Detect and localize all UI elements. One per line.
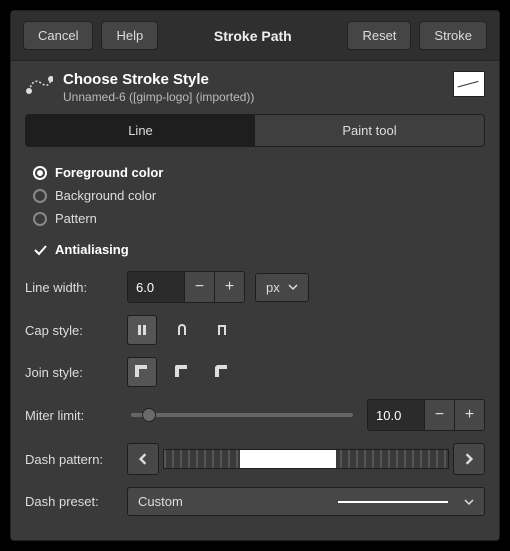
radio-dot-icon	[33, 212, 47, 226]
dash-pattern-editor[interactable]	[163, 449, 449, 469]
radio-dot-icon	[33, 166, 47, 180]
miter-limit-label: Miter limit:	[25, 408, 117, 423]
dash-preset-preview	[338, 501, 448, 503]
line-width-increment[interactable]: +	[214, 272, 244, 302]
tab-line[interactable]: Line	[26, 115, 255, 146]
tab-paint-tool[interactable]: Paint tool	[255, 115, 484, 146]
dash-pattern-label: Dash pattern:	[25, 452, 117, 467]
join-style-label: Join style:	[25, 365, 117, 380]
dash-preset-select[interactable]: Custom	[127, 487, 485, 516]
cap-round-button[interactable]	[167, 315, 197, 345]
dash-preset-value: Custom	[138, 494, 183, 509]
stroke-source-group: Foreground color Background color Patter…	[25, 157, 485, 234]
radio-label: Pattern	[55, 211, 97, 226]
cap-square-button[interactable]	[207, 315, 237, 345]
join-miter-button[interactable]	[127, 357, 157, 387]
miter-limit-field: − +	[367, 399, 485, 431]
titlebar: Cancel Help Stroke Path Reset Stroke	[11, 11, 499, 61]
dialog-content: Choose Stroke Style Unnamed-6 ([gimp-log…	[11, 61, 499, 540]
radio-background-color[interactable]: Background color	[33, 184, 477, 207]
join-round-icon	[173, 363, 191, 381]
cap-butt-button[interactable]	[127, 315, 157, 345]
checkmark-icon	[33, 243, 47, 257]
join-bevel-button[interactable]	[207, 357, 237, 387]
cap-square-icon	[213, 321, 231, 339]
header-title: Choose Stroke Style	[63, 71, 254, 88]
radio-foreground-color[interactable]: Foreground color	[33, 161, 477, 184]
antialiasing-checkbox[interactable]: Antialiasing	[33, 238, 477, 261]
dash-scroll-left-button[interactable]	[127, 443, 159, 475]
stroke-path-dialog: Cancel Help Stroke Path Reset Stroke Cho…	[10, 10, 500, 541]
radio-label: Background color	[55, 188, 156, 203]
cap-round-icon	[173, 321, 191, 339]
reset-button[interactable]: Reset	[347, 21, 411, 50]
radio-dot-icon	[33, 189, 47, 203]
help-button[interactable]: Help	[101, 21, 158, 50]
preview-thumbnail	[453, 71, 485, 97]
join-style-group	[127, 357, 237, 387]
checkbox-label: Antialiasing	[55, 242, 129, 257]
stroke-button[interactable]: Stroke	[419, 21, 487, 50]
miter-limit-input[interactable]	[368, 402, 424, 429]
cap-butt-icon	[133, 321, 151, 339]
path-icon	[25, 71, 53, 99]
miter-limit-decrement[interactable]: −	[424, 400, 454, 430]
chevron-down-icon	[288, 282, 298, 292]
line-width-field: − +	[127, 271, 245, 303]
miter-limit-slider[interactable]	[131, 413, 353, 417]
cancel-button[interactable]: Cancel	[23, 21, 93, 50]
stroke-type-tabs: Line Paint tool	[25, 114, 485, 147]
header-subtitle: Unnamed-6 ([gimp-logo] (imported))	[63, 90, 254, 104]
slider-thumb[interactable]	[142, 408, 156, 422]
cap-style-group	[127, 315, 237, 345]
line-width-input[interactable]	[128, 274, 184, 301]
radio-label: Foreground color	[55, 165, 163, 180]
cap-style-label: Cap style:	[25, 323, 117, 338]
line-width-decrement[interactable]: −	[184, 272, 214, 302]
miter-limit-increment[interactable]: +	[454, 400, 484, 430]
dash-scroll-right-button[interactable]	[453, 443, 485, 475]
join-bevel-icon	[213, 363, 231, 381]
dialog-title: Stroke Path	[166, 28, 339, 44]
chevron-left-icon	[137, 453, 149, 465]
line-width-label: Line width:	[25, 280, 117, 295]
join-round-button[interactable]	[167, 357, 197, 387]
join-miter-icon	[133, 363, 151, 381]
radio-pattern[interactable]: Pattern	[33, 207, 477, 230]
dash-preset-label: Dash preset:	[25, 494, 117, 509]
unit-value: px	[266, 280, 280, 295]
chevron-down-icon	[464, 497, 474, 507]
chevron-right-icon	[463, 453, 475, 465]
line-width-unit-select[interactable]: px	[255, 273, 309, 302]
